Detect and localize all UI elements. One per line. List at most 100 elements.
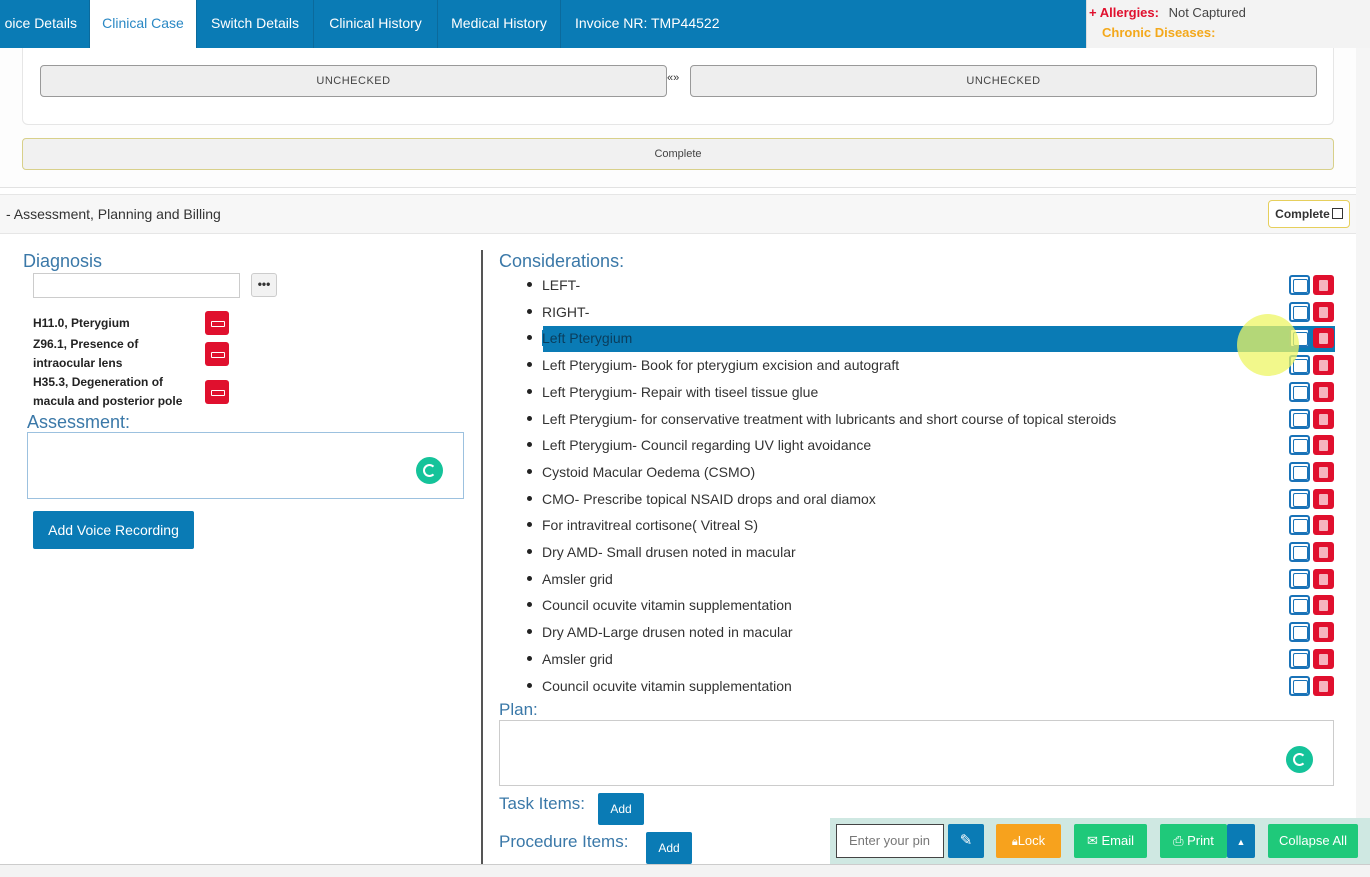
consideration-item[interactable]: Council ocuvite vitamin supplementation [527,675,1287,697]
bullet-icon [527,549,532,554]
tab-invoice-details[interactable]: oice Details [0,0,90,48]
diagnosis-item-line: macula and posterior pole [33,394,183,408]
trash-icon[interactable] [1313,275,1334,295]
email-button[interactable]: ✉ Email [1074,824,1147,858]
trash-icon[interactable] [1313,595,1334,615]
section-title: - Assessment, Planning and Billing [6,206,221,222]
pin-input[interactable]: Enter your pin [836,824,944,858]
grammarly-icon[interactable] [1286,746,1313,773]
print-button[interactable]: ⎙ Print [1160,824,1227,858]
edit-icon[interactable] [1289,595,1310,615]
consideration-text: Left Pterygium [542,330,633,346]
trash-icon[interactable] [1313,328,1334,348]
plan-heading: Plan: [499,700,538,719]
scrollbar[interactable] [1356,48,1370,818]
trash-icon[interactable] [1313,542,1334,562]
consideration-item[interactable]: Amsler grid [527,568,1287,590]
diagnosis-input[interactable] [33,273,240,298]
consideration-text: Left Pterygium- Council regarding UV lig… [542,437,872,453]
trash-icon[interactable] [1313,489,1334,509]
trash-icon[interactable] [1313,435,1334,455]
tab-medical-history[interactable]: Medical History [438,0,561,48]
trash-icon[interactable] [1313,649,1334,669]
edit-icon[interactable] [1289,302,1310,322]
consideration-item[interactable]: Council ocuvite vitamin supplementation [527,594,1287,616]
considerations-heading: Considerations: [499,251,625,271]
edit-icon[interactable] [1289,382,1310,402]
remove-diagnosis-button[interactable] [205,342,229,366]
trash-icon[interactable] [1313,409,1334,429]
remove-diagnosis-button[interactable] [205,311,229,335]
trash-icon[interactable] [1313,569,1334,589]
diagnosis-more-button[interactable]: ••• [251,273,277,297]
upper-panel: UNCHECKED «» UNCHECKED Complete [0,48,1356,188]
consideration-item[interactable]: Left Pterygium- Repair with tiseel tissu… [527,381,1287,403]
consideration-item[interactable]: LEFT- [527,274,1287,296]
tab-clinical-case[interactable]: Clinical Case [90,0,197,48]
consideration-item[interactable]: Left Pterygium [527,327,1287,349]
plan-textarea[interactable] [499,720,1334,786]
edit-icon[interactable] [1289,435,1310,455]
section-complete-checkbox[interactable]: Complete [1268,200,1350,228]
right-status-button[interactable]: UNCHECKED [690,65,1317,97]
edit-icon[interactable] [1289,409,1310,429]
left-status-button[interactable]: UNCHECKED [40,65,667,97]
print-dropdown-button[interactable]: ▲ [1227,824,1255,858]
consideration-item[interactable]: Left Pterygium- Book for pterygium excis… [527,354,1287,376]
add-procedure-item-button[interactable]: Add [646,832,692,864]
consideration-item[interactable]: CMO- Prescribe topical NSAID drops and o… [527,488,1287,510]
edit-icon[interactable] [1289,569,1310,589]
edit-icon[interactable] [1289,622,1310,642]
edit-pencil-button[interactable]: ✎ [948,824,984,858]
procedure-items-label: Procedure Items: [499,832,629,851]
diagnosis-item: Z96.1, Presence of intraocular lens [33,335,198,373]
bullet-icon [527,602,532,607]
consideration-item[interactable]: Dry AMD-Large drusen noted in macular [527,621,1287,643]
trash-icon[interactable] [1313,462,1334,482]
consideration-item[interactable]: For intravitreal cortisone( Vitreal S) [527,514,1287,536]
edit-icon[interactable] [1289,542,1310,562]
consideration-item[interactable]: Cystoid Macular Oedema (CSMO) [527,461,1287,483]
lock-button[interactable]: 🔒︎Lock [996,824,1061,858]
bullet-icon [527,656,532,661]
consideration-item[interactable]: Left Pterygium- for conservative treatme… [527,408,1287,430]
consideration-text: Dry AMD-Large drusen noted in macular [542,624,793,640]
consideration-item[interactable]: Amsler grid [527,648,1287,670]
checkbox-icon[interactable] [1331,208,1343,219]
assessment-section-header[interactable]: - Assessment, Planning and Billing [0,194,1356,234]
trash-icon[interactable] [1313,302,1334,322]
edit-icon[interactable] [1289,676,1310,696]
trash-icon[interactable] [1313,515,1334,535]
status-box: UNCHECKED «» UNCHECKED [22,48,1334,125]
add-voice-recording-button[interactable]: Add Voice Recording [33,511,194,549]
remove-diagnosis-button[interactable] [205,380,229,404]
edit-icon[interactable] [1289,649,1310,669]
edit-icon[interactable] [1289,489,1310,509]
print-label: Print [1187,833,1214,848]
consideration-text: Left Pterygium- for conservative treatme… [542,411,1117,427]
complete-button[interactable]: Complete [22,138,1334,170]
tab-clinical-history[interactable]: Clinical History [314,0,438,48]
assessment-textarea[interactable] [27,432,464,499]
trash-icon[interactable] [1313,622,1334,642]
add-task-item-button[interactable]: Add [598,793,644,825]
consideration-text: Council ocuvite vitamin supplementation [542,678,792,694]
bullet-icon [527,576,532,581]
patient-alerts: + Allergies: Not Captured Chronic Diseas… [1086,0,1370,48]
trash-icon[interactable] [1313,382,1334,402]
edit-icon[interactable] [1289,275,1310,295]
edit-icon[interactable] [1289,462,1310,482]
edit-icon[interactable] [1289,515,1310,535]
clinical-case-page: oice Details Clinical Case Switch Detail… [0,0,1370,877]
consideration-item[interactable]: RIGHT- [527,301,1287,323]
trash-icon[interactable] [1313,355,1334,375]
grammarly-icon[interactable] [416,457,443,484]
collapse-all-button[interactable]: Collapse All [1268,824,1358,858]
consideration-item[interactable]: Left Pterygium- Council regarding UV lig… [527,434,1287,456]
trash-icon[interactable] [1313,676,1334,696]
consideration-text: RIGHT- [542,304,590,320]
consideration-item[interactable]: Dry AMD- Small drusen noted in macular [527,541,1287,563]
swap-icon[interactable]: «» [667,72,679,84]
diagnosis-heading: Diagnosis [23,251,103,271]
tab-switch-details[interactable]: Switch Details [197,0,314,48]
